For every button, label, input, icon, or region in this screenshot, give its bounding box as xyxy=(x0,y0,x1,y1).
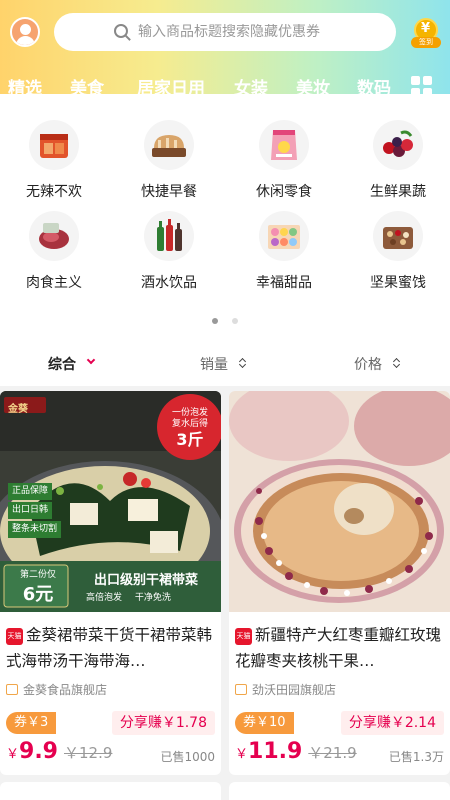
sort-toggle-icon xyxy=(238,357,247,369)
feature-tags: 正品保障 出口日韩 整条未切割 xyxy=(8,483,62,538)
category-snacks[interactable]: 休闲零食 xyxy=(234,120,334,210)
category-label: 幸福甜品 xyxy=(256,275,312,291)
next-product-card-peek xyxy=(0,782,221,800)
product-image[interactable] xyxy=(229,391,450,612)
store-name[interactable]: 金葵食品旗舰店 xyxy=(6,681,107,698)
original-price: ￥21.9 xyxy=(308,744,357,762)
sort-bar: 综合 销量 价格 xyxy=(0,341,450,386)
promo-subtitle: 高倍泡发 xyxy=(86,593,123,603)
feature-tag: 出口日韩 xyxy=(8,502,53,519)
search-icon xyxy=(114,24,128,38)
category-breakfast[interactable]: 快捷早餐 xyxy=(119,120,219,210)
category-label: 生鲜果蔬 xyxy=(370,184,426,200)
product-image[interactable]: 金葵 一份泡发 复水后得 3斤 正品保障 出口日韩 整条未切割 第二份仅 6元 … xyxy=(0,391,221,612)
sort-sales[interactable]: 销量 xyxy=(200,354,228,374)
category-desserts[interactable]: 幸福甜品 xyxy=(234,211,334,301)
store-icon xyxy=(6,684,18,695)
user-avatar[interactable] xyxy=(10,17,40,47)
next-product-card-peek xyxy=(229,782,450,800)
promo-subtitles: 高倍泡发 干净免洗 xyxy=(86,590,171,603)
product-title[interactable]: 天猫 金葵裙带菜干货干裙带菜韩式海带汤干海带海… xyxy=(6,622,216,674)
current-price: 9.9 xyxy=(19,739,58,764)
meat-icon xyxy=(29,211,79,261)
sold-count: 已售1.3万 xyxy=(388,750,444,764)
category-label: 快捷早餐 xyxy=(141,184,197,200)
bread-icon xyxy=(144,120,194,170)
category-nuts[interactable]: 坚果蜜饯 xyxy=(348,211,448,301)
category-label: 酒水饮品 xyxy=(141,275,197,291)
promo-title: 出口级别干裙带菜 xyxy=(93,573,198,588)
store-name-text: 劲沃田园旗舰店 xyxy=(252,683,337,697)
bottles-icon xyxy=(144,211,194,261)
currency-symbol: ￥ xyxy=(6,747,20,762)
store-name[interactable]: 劲沃田园旗舰店 xyxy=(235,681,336,698)
price: ￥11.9 ￥21.9 xyxy=(235,739,357,764)
category-spicy[interactable]: 无辣不欢 xyxy=(4,120,104,210)
feature-tag: 正品保障 xyxy=(8,483,53,500)
soak-badge: 一份泡发 复水后得 3斤 xyxy=(160,408,220,450)
brand-watermark: 金葵 xyxy=(8,404,28,415)
category-label: 无辣不欢 xyxy=(26,184,82,200)
store-name-text: 金葵食品旗舰店 xyxy=(23,683,108,697)
snack-bag-icon xyxy=(259,120,309,170)
badge-line: 一份泡发 xyxy=(171,408,208,418)
checkin-coin-button[interactable]: 签到 xyxy=(411,18,441,48)
share-earn-button[interactable]: 分享赚￥1.78 xyxy=(111,711,215,735)
promo-price: 6元 xyxy=(22,584,54,605)
category-fresh[interactable]: 生鲜果蔬 xyxy=(348,120,448,210)
promo-subtitle: 干净免洗 xyxy=(134,593,171,603)
berries-icon xyxy=(373,120,423,170)
carousel-dot-active xyxy=(212,318,218,324)
original-price: ￥12.9 xyxy=(64,744,113,762)
share-earn-button[interactable]: 分享赚￥2.14 xyxy=(340,711,444,735)
store-icon xyxy=(235,684,247,695)
sold-count: 已售1000 xyxy=(160,750,215,764)
jujube-walnut-photo xyxy=(229,391,450,612)
carousel-dot xyxy=(232,318,238,324)
sort-toggle-icon xyxy=(392,357,401,369)
sort-price[interactable]: 价格 xyxy=(354,354,382,374)
product-title[interactable]: 天猫 新疆特产大红枣重瓣红玫瑰花瓣枣夹核桃干果… xyxy=(235,622,445,674)
nuts-icon xyxy=(373,211,423,261)
category-label: 坚果蜜饯 xyxy=(370,275,426,291)
coupon-badge[interactable]: 券￥10 xyxy=(235,712,294,734)
spicy-meat-icon xyxy=(29,120,79,170)
sort-comprehensive[interactable]: 综合 xyxy=(48,354,76,374)
current-price: 11.9 xyxy=(248,739,303,764)
feature-tag: 整条未切割 xyxy=(8,521,62,538)
category-meat[interactable]: 肉食主义 xyxy=(4,211,104,301)
category-label: 肉食主义 xyxy=(26,275,82,291)
search-bar[interactable] xyxy=(54,13,396,51)
coupon-badge[interactable]: 券￥3 xyxy=(6,712,57,734)
avatar-head-shape xyxy=(20,24,31,35)
badge-line: 复水后得 xyxy=(171,419,208,429)
search-input[interactable] xyxy=(138,24,378,40)
price: ￥9.9 ￥12.9 xyxy=(6,739,112,764)
product-title-text: 金葵裙带菜干货干裙带菜韩式海带汤干海带海… xyxy=(6,626,213,670)
category-drinks[interactable]: 酒水饮品 xyxy=(119,211,219,301)
tmall-badge-icon: 天猫 xyxy=(235,628,252,645)
product-card[interactable]: 天猫 新疆特产大红枣重瓣红玫瑰花瓣枣夹核桃干果… 劲沃田园旗舰店 券￥10 分享赚… xyxy=(229,391,450,775)
currency-symbol: ￥ xyxy=(235,747,249,762)
product-card[interactable]: 金葵 一份泡发 复水后得 3斤 正品保障 出口日韩 整条未切割 第二份仅 6元 … xyxy=(0,391,221,775)
chevron-down-icon xyxy=(86,355,96,365)
macaron-box-icon xyxy=(259,211,309,261)
product-title-text: 新疆特产大红枣重瓣红玫瑰花瓣枣夹核桃干果… xyxy=(235,626,442,670)
promo-label: 第二份仅 xyxy=(19,570,56,580)
second-item-promo: 第二份仅 6元 xyxy=(8,567,68,606)
coin-label: 签到 xyxy=(411,37,441,48)
category-grid: 无辣不欢 快捷早餐 休闲零食 生鲜果蔬 肉食主义 酒水饮品 幸福甜品 坚果蜜饯 xyxy=(0,94,450,341)
tmall-badge-icon: 天猫 xyxy=(6,628,23,645)
category-label: 休闲零食 xyxy=(256,184,312,200)
badge-amount: 3斤 xyxy=(176,430,204,449)
